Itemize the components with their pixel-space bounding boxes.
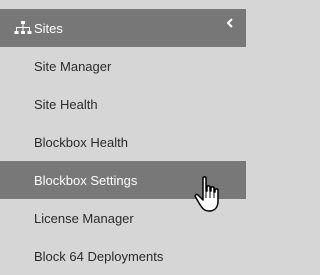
menu-item-block-64-deployments[interactable]: Block 64 Deployments: [0, 237, 246, 275]
menu-item-site-manager[interactable]: Site Manager: [0, 47, 246, 85]
menu-item-site-health[interactable]: Site Health: [0, 85, 246, 123]
sidebar-menu: Sites Site Manager Site Health Blockbox …: [0, 0, 257, 273]
menu-item-blockbox-health[interactable]: Blockbox Health: [0, 123, 246, 161]
menu-item-label: Site Manager: [34, 58, 112, 74]
sitemap-icon: [14, 21, 32, 34]
menu-item-label: Blockbox Health: [34, 134, 128, 150]
sites-section-header[interactable]: Sites: [0, 9, 246, 47]
menu-item-label: Site Health: [34, 96, 98, 112]
hand-pointer-icon: [194, 176, 219, 212]
menu-item-label: Blockbox Settings: [34, 172, 138, 188]
sites-section-title: Sites: [34, 20, 63, 36]
chevron-left-icon[interactable]: [226, 18, 234, 28]
menu-item-label: License Manager: [34, 210, 134, 226]
menu-item-label: Block 64 Deployments: [34, 248, 164, 264]
